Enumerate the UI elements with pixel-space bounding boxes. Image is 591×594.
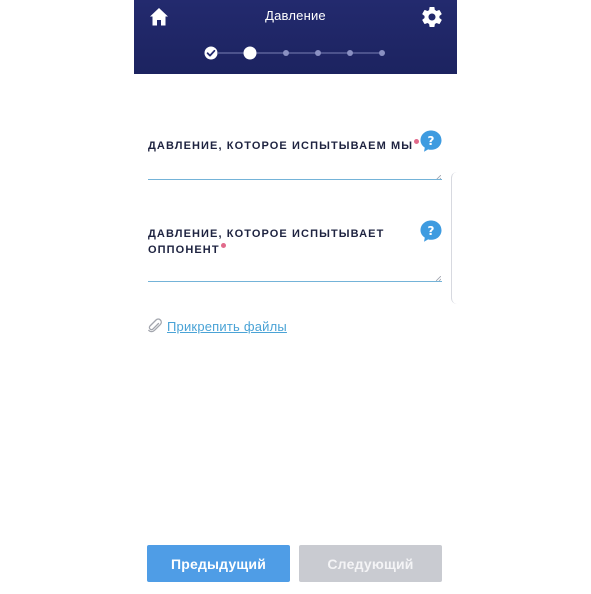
form-scroll-edge [451,172,458,304]
step-4 [315,50,321,56]
field-label-our-pressure: ДАВЛЕНИЕ, КОТОРОЕ ИСПЫТЫВАЕМ МЫ [148,138,420,154]
attach-files-label: Прикрепить файлы [167,318,287,334]
step-6 [379,50,385,56]
required-indicator [220,243,226,248]
paperclip-icon [148,318,162,333]
step-3 [283,50,289,56]
textarea-resize-handle[interactable] [435,167,442,181]
our-pressure-input[interactable] [148,179,442,180]
help-icon: ? [420,220,442,242]
app-screen: Давление ДАВЛЕНИЕ, КОТОРОЕ ИСПЫТЫВАЕМ МЫ… [134,0,457,594]
help-icon: ? [420,130,442,152]
attach-files-link[interactable]: Прикрепить файлы [148,316,287,336]
textarea-resize-handle[interactable] [435,268,442,282]
app-header: Давление [134,0,457,74]
help-button-opponent-pressure[interactable]: ? [419,219,443,243]
step-progress [204,46,385,60]
step-5 [347,50,353,56]
next-button[interactable]: Следующий [299,545,442,582]
help-button-our-pressure[interactable]: ? [419,129,443,153]
step-1-completed [204,46,218,60]
svg-text:?: ? [428,134,435,148]
page-title: Давление [265,8,326,23]
opponent-pressure-input[interactable] [148,281,442,282]
previous-button[interactable]: Предыдущий [147,545,290,582]
settings-button[interactable] [420,5,444,29]
step-2-current [243,46,257,60]
svg-text:?: ? [428,224,435,238]
field-label-opponent-pressure: ДАВЛЕНИЕ, КОТОРОЕ ИСПЫТЫВАЕТ ОППОНЕНТ [148,228,385,256]
gear-icon [422,7,442,28]
